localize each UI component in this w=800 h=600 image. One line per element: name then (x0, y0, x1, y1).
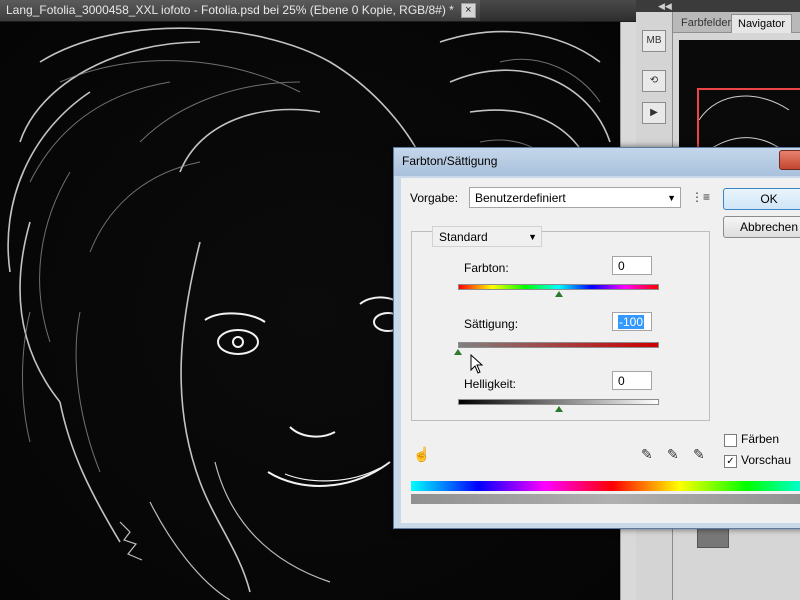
lightness-slider-thumb[interactable] (554, 406, 563, 412)
preset-dropdown[interactable]: Benutzerdefiniert ▼ (469, 187, 681, 208)
preset-options-icon[interactable]: ⋮≡ (691, 190, 710, 204)
lightness-slider[interactable] (458, 399, 659, 405)
document-tab-title: Lang_Fotolia_3000458_XXL iofoto - Fotoli… (6, 3, 454, 17)
hue-input[interactable]: 0 (612, 256, 652, 275)
saturation-value-selected: -100 (618, 315, 645, 329)
adjusted-spectrum-bar (411, 494, 800, 504)
mouse-cursor-icon (470, 354, 484, 374)
dialog-body: Vorgabe: Benutzerdefiniert ▼ ⋮≡ OK Abbre… (401, 178, 800, 523)
preset-value: Benutzerdefiniert (475, 191, 566, 205)
chevron-down-icon: ▼ (528, 232, 537, 242)
saturation-input[interactable]: -100 (612, 312, 652, 331)
lightness-input[interactable]: 0 (612, 371, 652, 390)
edit-group: Standard ▼ Farbton: 0 Sättigung: -100 He… (411, 226, 710, 421)
eyedropper-icon[interactable]: ✎ (641, 446, 653, 463)
lightness-label: Helligkeit: (464, 377, 517, 391)
preset-label: Vorgabe: (410, 191, 459, 205)
mini-bridge-icon[interactable]: MB (642, 30, 666, 52)
channel-value: Standard (439, 230, 488, 244)
channel-dropdown[interactable]: Standard ▼ (432, 226, 542, 247)
panel-dock-header: ◀◀ (636, 0, 800, 12)
saturation-label: Sättigung: (464, 317, 519, 331)
chevron-down-icon: ▼ (667, 193, 676, 203)
hue-label: Farbton: (464, 261, 509, 275)
preview-label: Vorschau (741, 453, 792, 467)
history-icon[interactable]: ⟲ (642, 70, 666, 92)
tab-navigator[interactable]: Navigator (731, 14, 793, 33)
preview-checkbox[interactable]: ✓ (724, 455, 737, 468)
cancel-button[interactable]: Abbrechen (723, 216, 800, 238)
colorize-checkbox[interactable] (724, 434, 737, 447)
document-tab-bar: Lang_Fotolia_3000458_XXL iofoto - Fotoli… (0, 0, 636, 22)
saturation-slider[interactable] (458, 342, 659, 348)
saturation-slider-thumb[interactable] (454, 349, 462, 355)
hue-slider[interactable] (458, 284, 659, 290)
close-tab-icon[interactable]: × (460, 3, 476, 18)
targeted-adjustment-icon[interactable]: ☝ (413, 446, 430, 463)
hue-slider-thumb[interactable] (554, 291, 563, 297)
tab-farbfelder[interactable]: Farbfelder (675, 14, 737, 32)
document-tab[interactable]: Lang_Fotolia_3000458_XXL iofoto - Fotoli… (0, 0, 480, 21)
eyedropper-minus-icon[interactable]: ✎ (693, 446, 705, 463)
eyedropper-plus-icon[interactable]: ✎ (667, 446, 679, 463)
dialog-close-button[interactable] (779, 150, 800, 170)
collapse-panels-icon[interactable]: ◀◀ (658, 0, 672, 12)
panel-tabs: Farbfelder Navigator (673, 12, 800, 33)
actions-play-icon[interactable]: ▶ (642, 102, 666, 124)
color-spectrum-bar (411, 481, 800, 491)
colorize-label: Färben (741, 432, 780, 446)
dialog-titlebar[interactable]: Farbton/Sättigung (394, 148, 800, 176)
ok-button[interactable]: OK (723, 188, 800, 210)
dialog-title: Farbton/Sättigung (402, 154, 498, 168)
hue-saturation-dialog: Farbton/Sättigung Vorgabe: Benutzerdefin… (393, 147, 800, 529)
